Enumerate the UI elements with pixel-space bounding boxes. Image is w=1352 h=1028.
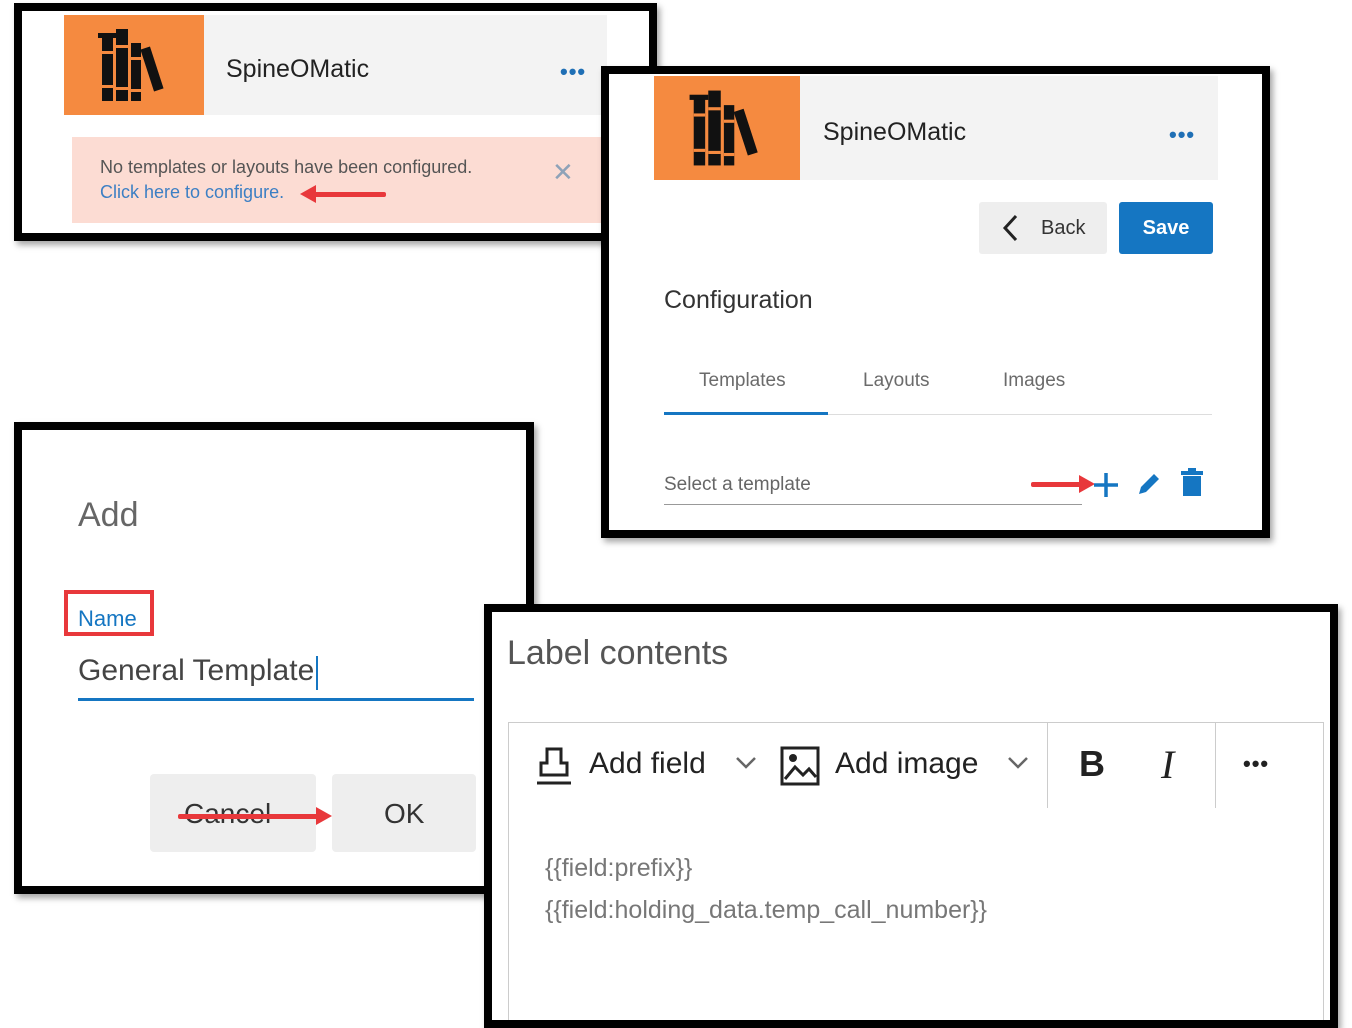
save-button[interactable]: Save — [1119, 202, 1213, 254]
name-input[interactable]: General Template — [78, 650, 474, 701]
add-field-icon — [537, 747, 571, 785]
configuration-heading: Configuration — [664, 286, 813, 314]
delete-icon[interactable] — [1179, 468, 1205, 498]
add-icon[interactable] — [1091, 470, 1121, 500]
config-alert: No templates or layouts have been config… — [72, 137, 602, 223]
chevron-down-icon[interactable] — [1007, 755, 1029, 771]
dialog-title: Add — [78, 496, 139, 534]
italic-button[interactable]: I — [1161, 741, 1174, 788]
more-options-button[interactable]: ••• — [1169, 122, 1195, 148]
tab-images[interactable]: Images — [1003, 370, 1065, 392]
name-input-value: General Template — [78, 654, 315, 687]
label-contents-panel: Label contents Add field Add image B I •… — [484, 604, 1338, 1028]
books-icon — [689, 90, 758, 166]
alert-panel: SpineOMatic ••• No templates or layouts … — [14, 3, 657, 241]
app-logo — [654, 76, 800, 180]
more-options-button[interactable]: ••• — [1243, 751, 1269, 777]
toolbar-divider — [1047, 723, 1048, 809]
annotation-arrow — [1031, 475, 1095, 493]
add-dialog: Add Name General Template Cancel OK — [14, 422, 534, 894]
back-button[interactable]: Back — [979, 202, 1107, 254]
configure-link[interactable]: Click here to configure. — [100, 182, 284, 203]
app-title: SpineOMatic — [823, 118, 967, 146]
toolbar-divider — [1215, 723, 1216, 809]
label-contents-title: Label contents — [507, 634, 729, 672]
editor-content[interactable]: {{field:prefix}} {{field:holding_data.te… — [508, 808, 1324, 1020]
annotation-arrow — [300, 185, 386, 203]
chevron-down-icon[interactable] — [735, 755, 757, 771]
active-tab-indicator — [664, 412, 828, 415]
configuration-panel: SpineOMatic ••• Back Save Configuration … — [601, 66, 1270, 538]
books-icon — [98, 29, 164, 101]
template-select-placeholder: Select a template — [664, 474, 811, 495]
alert-message: No templates or layouts have been config… — [100, 157, 473, 177]
close-icon[interactable]: ✕ — [552, 157, 574, 188]
annotation-arrow — [178, 807, 332, 825]
more-options-button[interactable]: ••• — [560, 59, 586, 85]
ok-button[interactable]: OK — [332, 774, 476, 852]
tab-templates[interactable]: Templates — [699, 370, 786, 392]
editor-line: {{field:prefix}} — [545, 854, 693, 882]
text-cursor — [316, 656, 318, 690]
edit-icon[interactable] — [1135, 470, 1163, 498]
tab-layouts[interactable]: Layouts — [863, 370, 930, 392]
chevron-left-icon — [1002, 214, 1018, 242]
app-title: SpineOMatic — [226, 55, 370, 83]
add-field-button[interactable]: Add field — [589, 747, 706, 781]
editor-line: {{field:holding_data.temp_call_number}} — [545, 896, 988, 924]
ok-label: OK — [384, 798, 425, 829]
add-image-icon — [780, 746, 820, 786]
bold-button[interactable]: B — [1079, 743, 1105, 785]
cancel-button[interactable]: Cancel — [150, 774, 316, 852]
app-logo — [64, 15, 204, 115]
name-label: Name — [78, 606, 137, 631]
add-image-button[interactable]: Add image — [835, 747, 978, 781]
back-label: Back — [1041, 217, 1086, 239]
editor-toolbar: Add field Add image B I ••• — [508, 722, 1324, 811]
template-select[interactable]: Select a template — [664, 470, 1082, 505]
